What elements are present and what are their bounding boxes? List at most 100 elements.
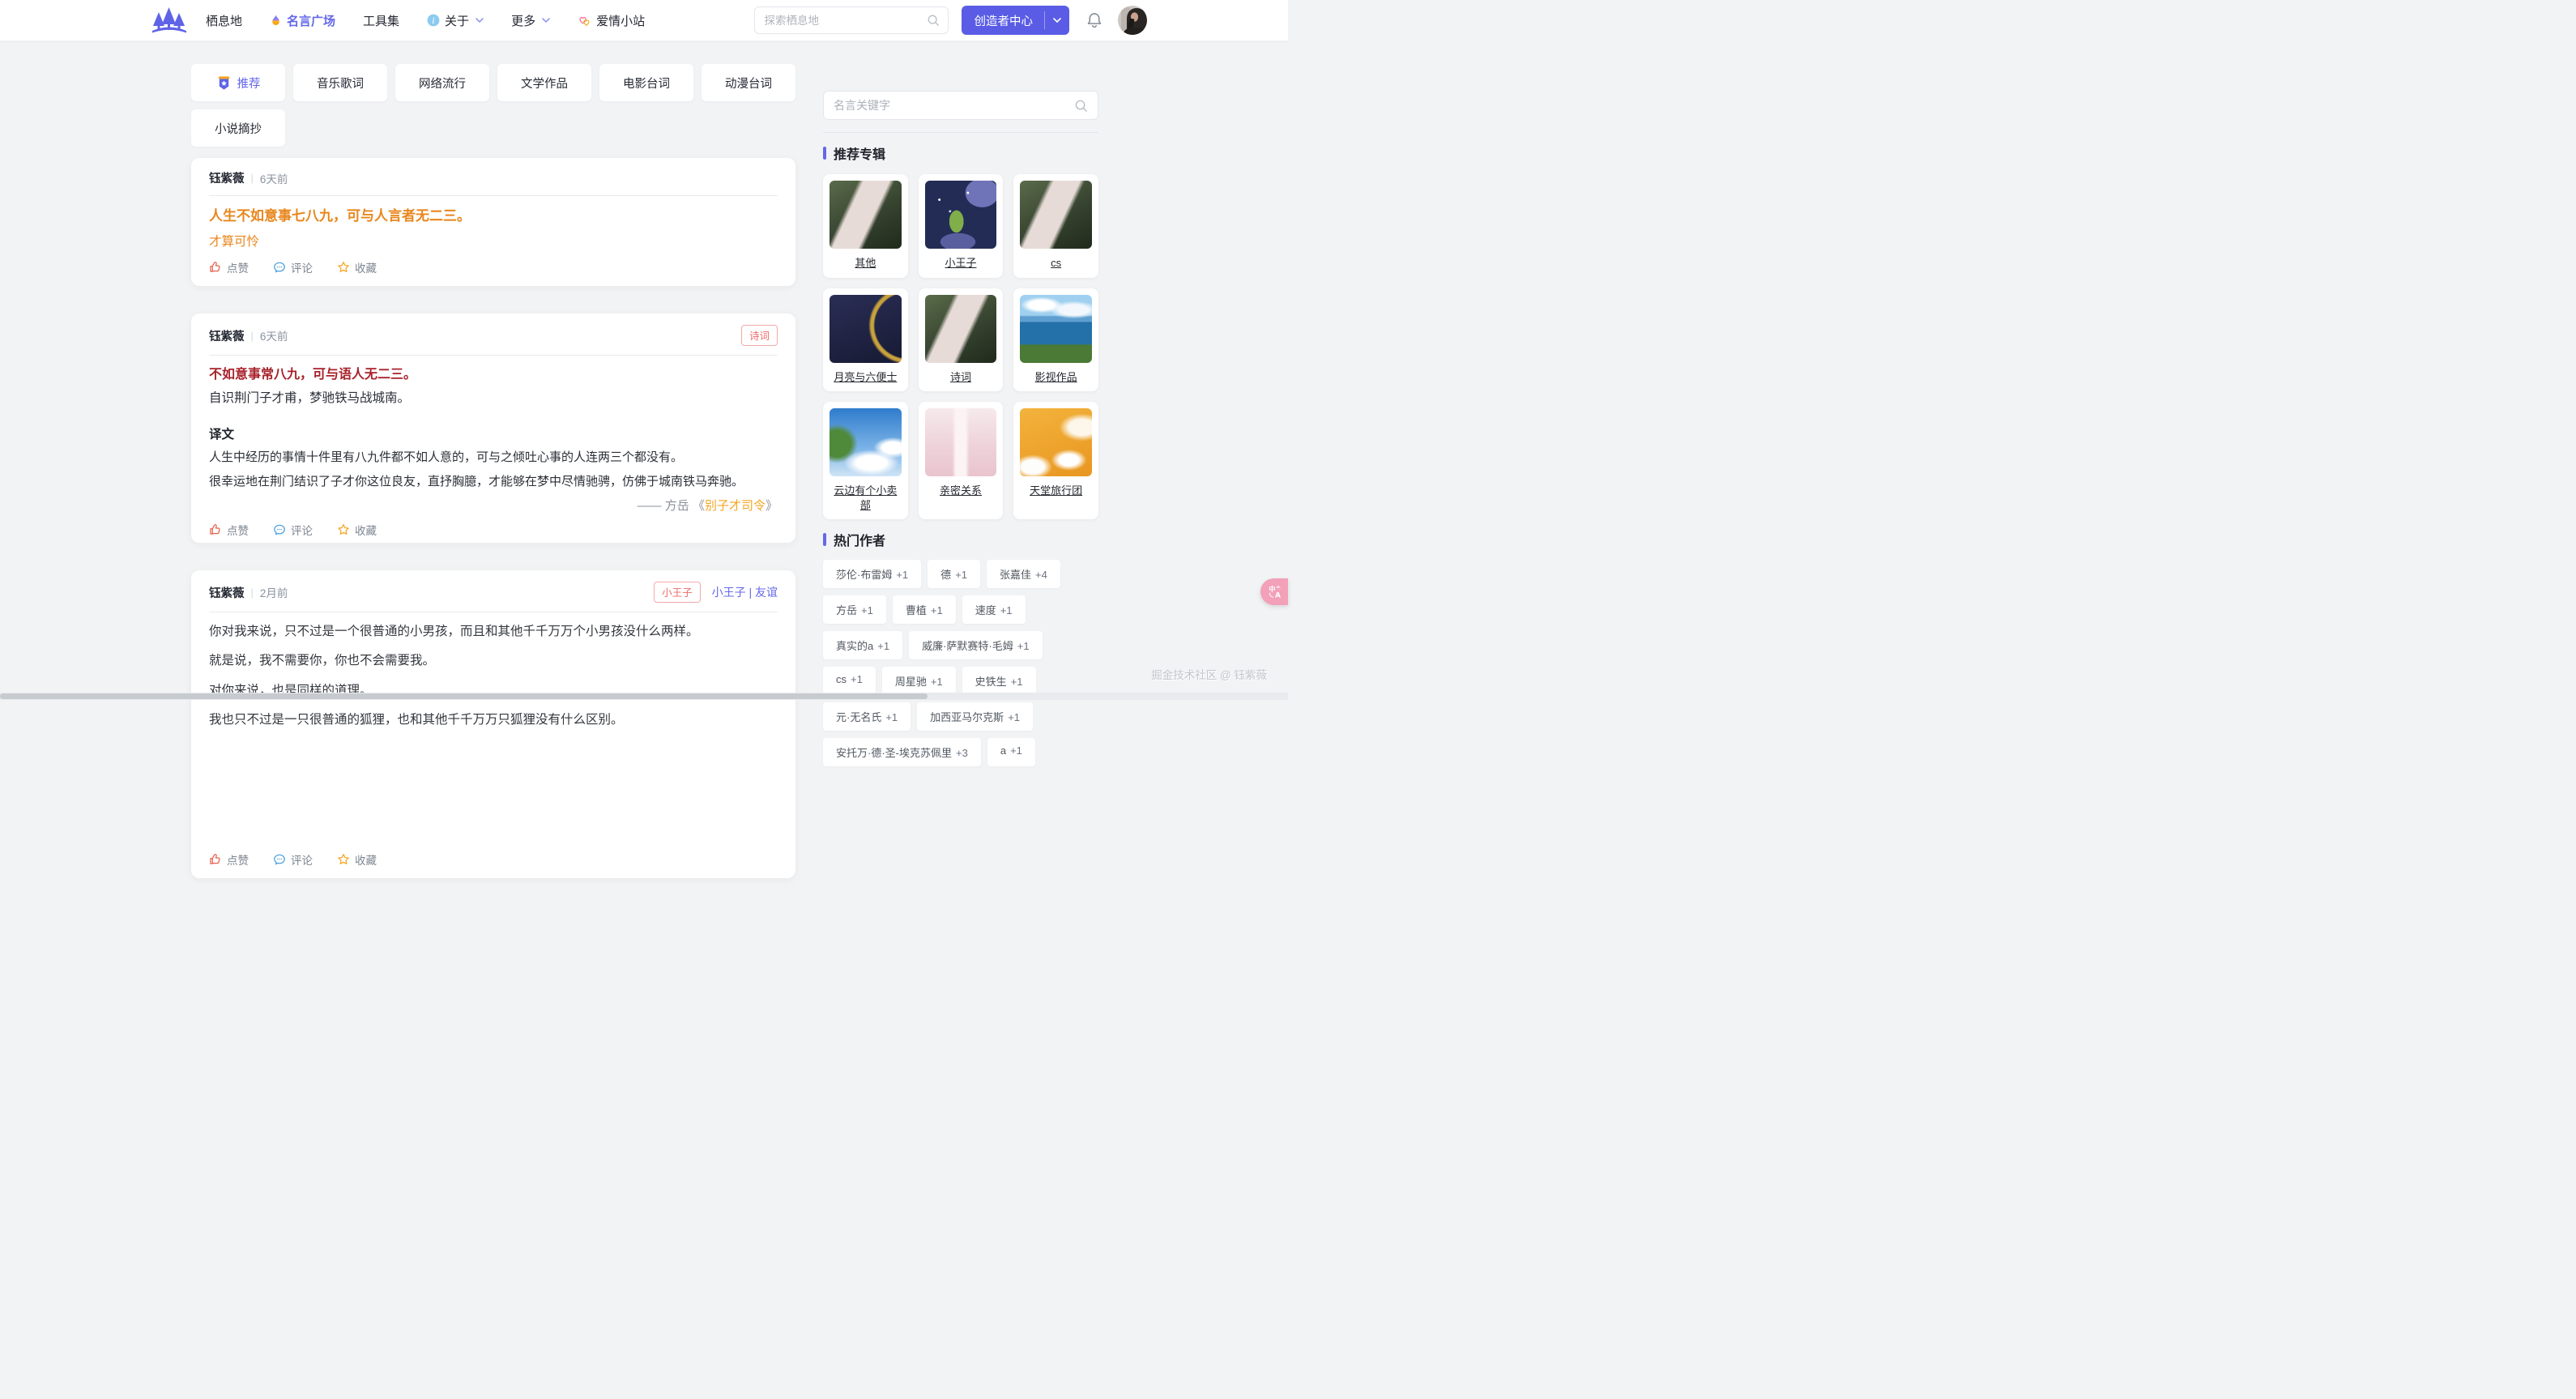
creator-center-button[interactable]: 创造者中心 [962, 6, 1070, 35]
nav-item-love-site[interactable]: 爱情小站 [578, 12, 645, 29]
author-name: 史铁生 [975, 676, 1007, 688]
nav-item-about[interactable]: i关于 [427, 12, 484, 29]
author-tag-速度[interactable]: 速度+1 [962, 595, 1026, 624]
comment-action[interactable]: 评论 [273, 522, 313, 538]
album-label[interactable]: 诗词 [925, 370, 997, 385]
album-label[interactable]: 月亮与六便士 [830, 370, 902, 385]
post-author[interactable]: 钰紫薇 [209, 584, 245, 601]
scrollbar-thumb[interactable] [0, 693, 928, 699]
author-tag-莎伦·布雷姆[interactable]: 莎伦·布雷姆+1 [823, 560, 921, 588]
nav-item-habitat[interactable]: 栖息地 [206, 12, 242, 29]
post-header: 钰紫薇|2月前小王子小王子 | 友谊 [209, 582, 778, 603]
author-tag-元·无名氏[interactable]: 元·无名氏 +1 [823, 702, 911, 731]
tab-推荐[interactable]: 推荐 [191, 64, 285, 101]
like-icon [209, 853, 222, 866]
header-search[interactable] [754, 6, 949, 34]
post-line: 不如意事常八九，可与语人无二三。 [209, 366, 778, 384]
post-author[interactable]: 钰紫薇 [209, 327, 245, 344]
horizontal-scrollbar[interactable] [0, 693, 1288, 700]
post-tag-badge[interactable]: 小王子 [654, 582, 701, 603]
nav-item-toolset[interactable]: 工具集 [363, 12, 399, 29]
author-tag-安托万·德·圣-埃克苏佩里[interactable]: 安托万·德·圣-埃克苏佩里+3 [823, 738, 981, 766]
nav-item-more[interactable]: 更多 [511, 12, 550, 29]
album-card-亲密关系[interactable]: 亲密关系 [919, 402, 1004, 519]
author-count: +1 [1000, 604, 1013, 616]
author-tag-威廉·萨默赛特·毛姆[interactable]: 威廉·萨默赛特·毛姆+1 [909, 631, 1043, 659]
post-time: 2月前 [260, 584, 288, 600]
nav-item-quotes-plaza[interactable]: 名言广场 [270, 12, 335, 29]
double-hearts-icon [578, 14, 591, 27]
watermark: 掘金技术社区 @ 钰紫薇 [1151, 666, 1267, 682]
favorite-action[interactable]: 收藏 [337, 259, 377, 275]
album-label[interactable]: 其他 [830, 256, 902, 271]
album-card-月亮与六便士[interactable]: 月亮与六便士 [823, 288, 908, 392]
post-author[interactable]: 钰紫薇 [209, 169, 245, 186]
album-label[interactable]: 影视作品 [1020, 370, 1092, 385]
author-count: +4 [1035, 569, 1047, 581]
comment-action[interactable]: 评论 [273, 851, 313, 868]
album-cover-image [1020, 408, 1092, 476]
keyword-search-input[interactable] [834, 99, 1074, 112]
post-card: 钰紫薇|6天前人生不如意事七八九，可与人言者无二三。才算可怜点赞评论收藏 [191, 158, 795, 286]
album-card-小王子[interactable]: 小王子 [919, 174, 1004, 278]
album-cover-image [1020, 181, 1092, 249]
author-tag-加西亚马尔克斯[interactable]: 加西亚马尔克斯+1 [917, 702, 1033, 731]
album-label[interactable]: cs [1020, 256, 1092, 271]
post-album-links[interactable]: 小王子 | 友谊 [712, 584, 778, 600]
author-tag-a[interactable]: a+1 [987, 738, 1035, 766]
author-tag-史铁生[interactable]: 史铁生+1 [962, 667, 1036, 695]
album-label[interactable]: 小王子 [925, 256, 997, 271]
album-card-天堂旅行团[interactable]: 天堂旅行团 [1013, 402, 1098, 519]
translate-fab-button[interactable]: 中 A [1260, 578, 1288, 605]
post-actions: 点赞 评论 收藏 [209, 514, 778, 538]
keyword-search[interactable] [823, 91, 1098, 120]
author-name: 元·无名氏 [836, 711, 881, 723]
author-tag-曹植[interactable]: 曹植+1 [893, 595, 956, 624]
author-tag-方岳[interactable]: 方岳+1 [823, 595, 886, 624]
author-tag-张嘉佳[interactable]: 张嘉佳+4 [987, 560, 1060, 588]
author-tag-cs[interactable]: cs+1 [823, 667, 876, 695]
tab-动漫台词[interactable]: 动漫台词 [702, 64, 795, 101]
attribution-work-link[interactable]: 别子才司令 [705, 499, 766, 513]
like-action[interactable]: 点赞 [209, 259, 249, 275]
tab-网络流行[interactable]: 网络流行 [395, 64, 489, 101]
album-card-影视作品[interactable]: 影视作品 [1013, 288, 1098, 392]
post-line: 你对我来说，只不过是一个很普通的小男孩，而且和其他千千万万个小男孩没什么两样。 [209, 622, 778, 641]
post-body: 人生不如意事七八九，可与人言者无二三。才算可怜 [209, 196, 778, 250]
album-label[interactable]: 云边有个小卖部 [830, 484, 902, 512]
favorite-action[interactable]: 收藏 [337, 851, 377, 868]
author-name: 周星驰 [895, 676, 927, 688]
post-tag-badge[interactable]: 诗词 [741, 325, 778, 346]
tab-文学作品[interactable]: 文学作品 [497, 64, 591, 101]
tab-音乐歌词[interactable]: 音乐歌词 [293, 64, 387, 101]
album-cover-image [925, 181, 997, 249]
header-search-input[interactable] [765, 15, 927, 27]
favorite-action[interactable]: 收藏 [337, 522, 377, 538]
author-tag-真实的a[interactable]: 真实的a+1 [823, 631, 902, 659]
category-tabs: 推荐音乐歌词网络流行文学作品电影台词动漫台词小说摘抄 [191, 64, 795, 147]
author-count: +1 [885, 711, 898, 723]
author-tag-德[interactable]: 德+1 [928, 560, 980, 588]
album-card-cs[interactable]: cs [1013, 174, 1098, 278]
nav-items: 栖息地 名言广场 工具集 i关于 更多 爱情小站 [206, 12, 645, 29]
album-label[interactable]: 亲密关系 [925, 484, 997, 498]
notifications-button[interactable] [1085, 11, 1103, 29]
like-action[interactable]: 点赞 [209, 851, 249, 868]
tab-电影台词[interactable]: 电影台词 [599, 64, 693, 101]
album-cover-image [1020, 295, 1092, 363]
tab-小说摘抄[interactable]: 小说摘抄 [191, 109, 285, 147]
author-name: 曹植 [906, 604, 927, 616]
avatar-photo [1118, 6, 1147, 35]
authors-title-text: 热门作者 [834, 530, 885, 549]
author-tag-周星驰[interactable]: 周星驰+1 [882, 667, 956, 695]
search-icon [927, 14, 940, 27]
album-card-其他[interactable]: 其他 [823, 174, 908, 278]
site-logo[interactable] [151, 4, 188, 36]
album-card-云边有个小卖部[interactable]: 云边有个小卖部 [823, 402, 908, 519]
comment-action[interactable]: 评论 [273, 259, 313, 275]
album-card-诗词[interactable]: 诗词 [919, 288, 1004, 392]
like-action[interactable]: 点赞 [209, 522, 249, 538]
user-avatar[interactable] [1118, 6, 1147, 35]
creator-center-caret[interactable] [1045, 18, 1069, 23]
album-label[interactable]: 天堂旅行团 [1020, 484, 1092, 498]
